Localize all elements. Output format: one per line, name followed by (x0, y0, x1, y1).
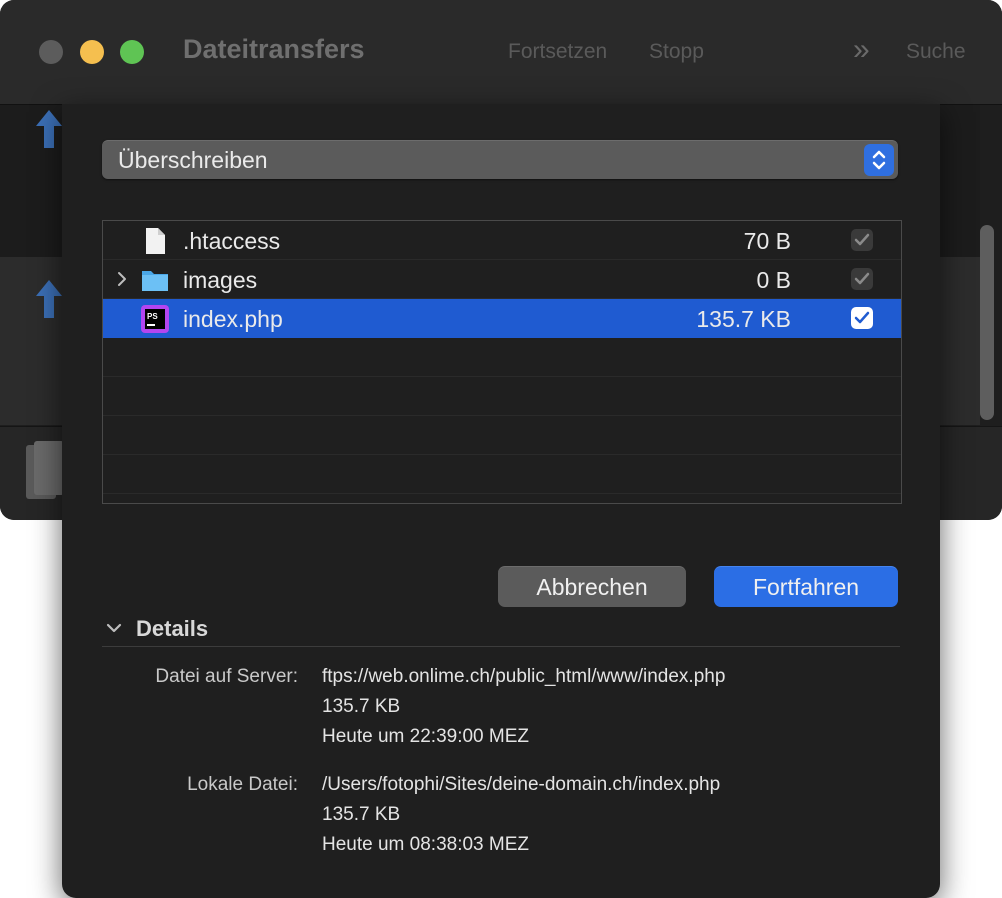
action-popup-label: Überschreiben (118, 147, 268, 173)
server-file-size: 135.7 KB (322, 696, 401, 717)
file-row[interactable]: .htaccess 70 B (103, 221, 901, 260)
file-row[interactable]: images 0 B (103, 260, 901, 299)
empty-row (103, 377, 901, 416)
empty-row (103, 455, 901, 494)
checkmark-icon (854, 233, 870, 246)
title-bar: Dateitransfers Fortsetzen Stopp » Suche (0, 0, 1002, 105)
local-file-date: Heute um 08:38:03 MEZ (322, 834, 529, 855)
empty-row (103, 416, 901, 455)
file-checkbox[interactable] (851, 268, 873, 290)
file-row-selected[interactable]: PS index.php 135.7 KB (103, 299, 901, 338)
local-file-size: 135.7 KB (322, 804, 401, 825)
server-file-date: Heute um 22:39:00 MEZ (322, 726, 529, 747)
cancel-button[interactable]: Abbrechen (498, 566, 686, 607)
chevron-down-icon[interactable] (104, 620, 124, 636)
file-size: 70 B (743, 228, 791, 254)
file-list[interactable]: .htaccess 70 B images 0 B PS index.php 1… (102, 220, 902, 504)
file-checkbox[interactable] (851, 307, 873, 329)
svg-text:PS: PS (147, 312, 158, 321)
empty-row (103, 338, 901, 377)
details-title: Details (136, 616, 209, 641)
resume-button[interactable]: Fortsetzen (508, 40, 607, 64)
file-name: .htaccess (183, 228, 281, 254)
window-title: Dateitransfers (183, 34, 365, 64)
search-button[interactable]: Suche (906, 40, 966, 64)
continue-button[interactable]: Fortfahren (714, 566, 898, 607)
overwrite-dialog: Überschreiben .htaccess 70 B images 0 B … (62, 104, 940, 898)
file-size: 135.7 KB (696, 306, 791, 332)
stop-button[interactable]: Stopp (649, 40, 704, 64)
details-header[interactable]: Details (102, 612, 900, 647)
folder-icon (142, 271, 168, 291)
file-name: index.php (183, 306, 283, 332)
server-file-path: ftps://web.onlime.ch/public_html/www/ind… (322, 666, 726, 687)
local-file-path: /Users/fotophi/Sites/deine-domain.ch/ind… (322, 774, 721, 795)
file-size: 0 B (756, 267, 791, 293)
checkmark-icon (854, 311, 870, 324)
close-window-button[interactable] (39, 40, 63, 64)
file-name: images (183, 267, 258, 293)
zoom-window-button[interactable] (120, 40, 144, 64)
server-file-label: Datei auf Server: (155, 666, 298, 687)
toolbar-overflow-icon[interactable]: » (853, 33, 870, 67)
file-checkbox[interactable] (851, 229, 873, 251)
upload-arrow-icon (36, 110, 62, 148)
action-popup-button[interactable]: Überschreiben (102, 140, 898, 179)
local-file-label: Lokale Datei: (187, 774, 298, 795)
popup-stepper-icon[interactable] (864, 144, 894, 176)
minimize-window-button[interactable] (80, 40, 104, 64)
phpstorm-icon: PS (141, 305, 169, 333)
document-icon (146, 228, 165, 254)
disclosure-chevron-icon[interactable] (115, 270, 129, 288)
upload-arrow-icon (36, 280, 62, 318)
checkmark-icon (854, 272, 870, 285)
scrollbar-thumb[interactable] (980, 225, 994, 420)
files-icon (26, 441, 64, 499)
